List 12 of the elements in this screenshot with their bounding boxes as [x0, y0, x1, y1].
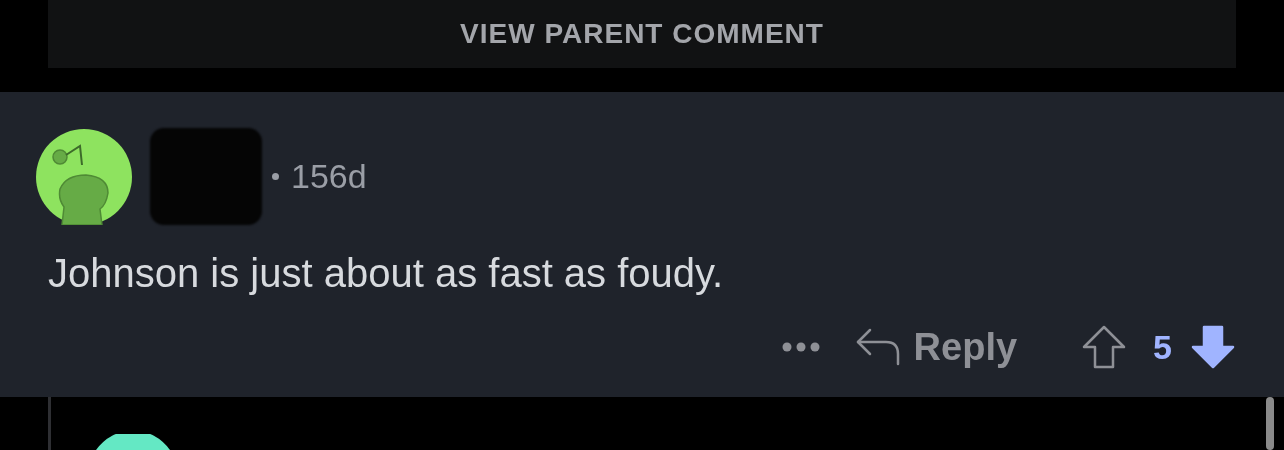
separator-dot — [272, 173, 279, 180]
upvote-icon[interactable] — [1081, 324, 1128, 370]
downvote-icon[interactable] — [1190, 324, 1236, 370]
reply-icon — [855, 328, 900, 366]
comment-age: 156d — [291, 157, 367, 196]
comment-text: Johnson is just about as fast as foudy. — [48, 251, 725, 296]
avatar-icon — [36, 128, 132, 225]
view-parent-comment-button[interactable]: VIEW PARENT COMMENT — [48, 0, 1236, 68]
more-options-icon[interactable] — [781, 342, 820, 352]
scrollbar[interactable] — [1266, 397, 1274, 450]
reply-button[interactable]: Reply — [855, 325, 1018, 369]
vote-score: 5 — [1153, 327, 1172, 367]
